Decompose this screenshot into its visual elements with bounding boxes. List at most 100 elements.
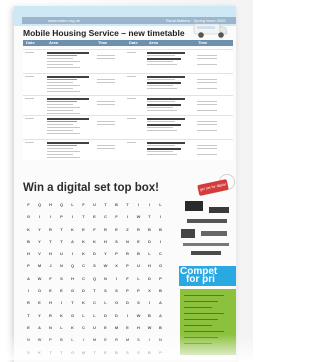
wordsearch-letter: B [27, 238, 30, 244]
wordsearch-letter: Q [59, 202, 64, 207]
form-text-line [184, 331, 224, 333]
timetable-text-line [97, 55, 115, 57]
timetable-text-line [47, 67, 80, 69]
col-area: Area [49, 40, 58, 45]
timetable-text-line [197, 104, 217, 106]
wordsearch-letter: B [159, 226, 162, 232]
wordsearch-letter: I [148, 300, 151, 306]
timetable-text-line [197, 58, 217, 60]
timetable-text-line [97, 101, 115, 103]
timetable-text-line [147, 98, 185, 100]
wordsearch-letter: I [60, 300, 63, 306]
wordsearch-letter: E [27, 324, 30, 330]
timetable-text-line [147, 154, 177, 156]
wordsearch-letter: S [60, 275, 63, 281]
timetable-text-line [25, 76, 34, 78]
wordsearch-letter: I [71, 251, 74, 257]
wordsearch-row: BYTTAKKHSNEDI [23, 236, 173, 248]
wordsearch-letter: C [159, 251, 162, 257]
wordsearch-letter: A [159, 312, 162, 318]
timetable-text-line [197, 110, 217, 112]
wordsearch-letter: L [104, 300, 107, 306]
wordsearch-letter: H [49, 251, 52, 257]
timetable-divider [23, 115, 233, 116]
wordsearch-letter: H [104, 238, 107, 244]
wordsearch-letter: D [148, 275, 151, 281]
wordsearch-letter: I [71, 214, 74, 220]
wordsearch-letter: N [60, 263, 63, 269]
timetable-text-line [127, 52, 136, 54]
wordsearch-letter: T [60, 226, 63, 232]
timetable-text-line [47, 121, 77, 123]
wordsearch-letter: W [136, 312, 141, 318]
wordsearch-letter: H [49, 202, 52, 207]
form-text-line [184, 301, 218, 303]
wordsearch-letter: D [104, 312, 107, 318]
wordsearch-letter: K [93, 238, 96, 244]
wordsearch-row: PMJNQCSWXPUHO [23, 260, 173, 272]
timetable-body [23, 48, 233, 160]
wordsearch-letter: F [49, 275, 52, 281]
wordsearch-letter: F [115, 214, 118, 220]
wordsearch-letter: A [159, 300, 162, 306]
timetable-text-line [147, 107, 173, 109]
wordsearch-letter: Y [104, 251, 107, 257]
wordsearch-letter: B [137, 251, 140, 257]
wordsearch-letter: H [49, 300, 52, 306]
wordsearch-letter: U [93, 324, 96, 330]
wordsearch-letter: O [114, 300, 119, 306]
timetable-divider [23, 139, 233, 140]
wordsearch-letter: Y [38, 226, 41, 232]
timetable-text-line [97, 82, 115, 84]
timetable-divider [23, 49, 233, 50]
timetable-text-line [147, 148, 181, 150]
wordsearch-row: AWFSHCQNIFLDP [23, 273, 173, 285]
timetable-text-line [147, 88, 177, 90]
timetable-text-line [197, 145, 217, 147]
timetable-text-line [127, 98, 136, 100]
wordsearch-row: TYRKGLLDDIWBA [23, 310, 173, 322]
wordsearch-letter: R [49, 226, 52, 232]
timetable-text-line [47, 145, 77, 147]
timetable-text-line [197, 88, 217, 90]
timetable-text-line [147, 104, 181, 106]
wordsearch-letter: U [60, 251, 63, 257]
wordsearch-letter: M [37, 263, 42, 269]
timetable-text-line [147, 121, 175, 123]
wordsearch-letter: I [159, 214, 162, 220]
timetable-text-line [147, 52, 185, 54]
wordsearch-letter: F [27, 202, 30, 207]
col-date: Date [26, 40, 35, 45]
wordsearch-letter: T [126, 202, 129, 207]
timetable-text-line [127, 76, 136, 78]
timetable-text-line [47, 61, 80, 63]
wordsearch-letter: H [148, 263, 151, 269]
wordsearch-letter: G [70, 288, 75, 294]
wordsearch-letter: K [71, 324, 74, 330]
wordsearch-letter: M [114, 324, 119, 330]
wordsearch-letter: E [115, 226, 118, 232]
wordsearch-letter: R [126, 251, 129, 257]
wordsearch-letter: D [93, 251, 96, 257]
wordsearch-letter: I [159, 238, 162, 244]
timetable-text-line [197, 101, 217, 103]
wordsearch-letter: N [104, 275, 107, 281]
wordsearch-letter: E [126, 324, 129, 330]
timetable-text-line [47, 110, 73, 112]
wordsearch-letter: I [148, 202, 151, 207]
wordsearch-letter: T [93, 288, 96, 294]
wordsearch-letter: L [159, 202, 162, 207]
wordsearch-letter: I [126, 214, 129, 220]
prize-images [181, 201, 229, 255]
timetable-divider [23, 95, 233, 96]
col-date-2: Date [129, 40, 138, 45]
timetable-text-line [47, 154, 73, 156]
wordsearch-letter: A [38, 324, 41, 330]
wordsearch-letter: T [82, 214, 85, 220]
wordsearch-letter: C [104, 214, 107, 220]
wordsearch-letter: W [37, 275, 42, 281]
wordsearch-row: HVHUIKDYPRBLC [23, 248, 173, 260]
wordsearch-letter: B [159, 288, 162, 294]
timetable-text-line [47, 91, 80, 93]
timetable-text-line [97, 104, 115, 106]
